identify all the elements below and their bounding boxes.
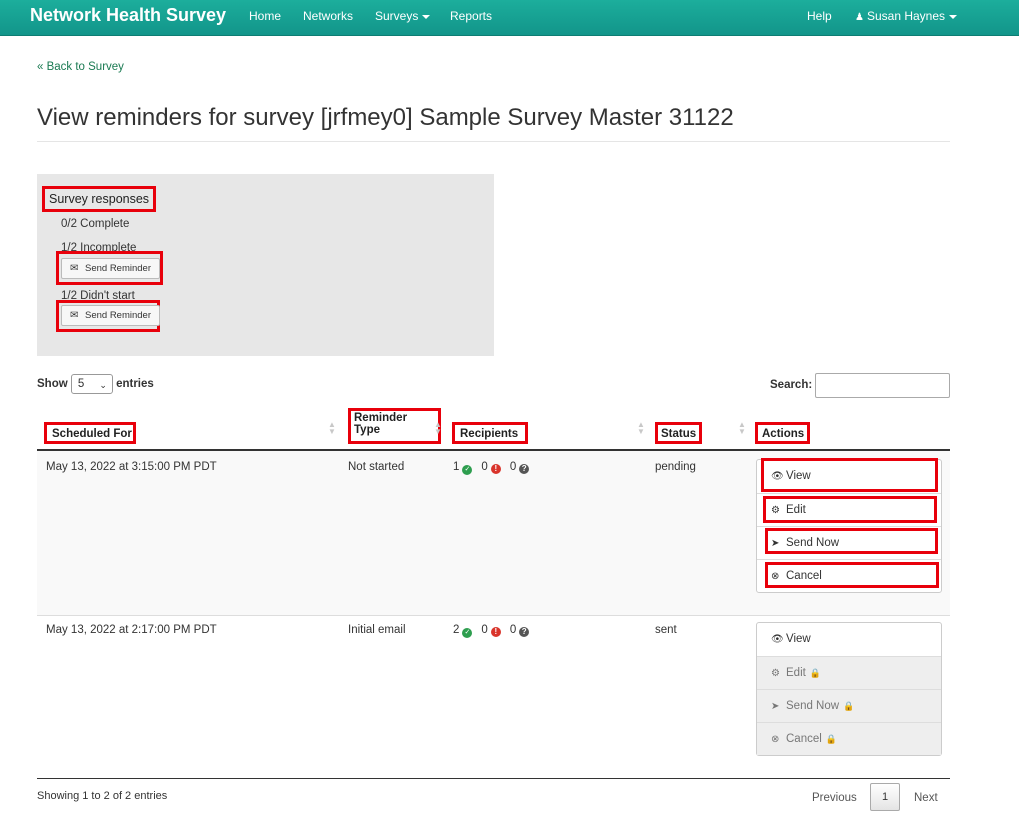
sort-icon[interactable]: ▲ ▼ — [637, 421, 645, 436]
column-header-actions: Actions — [762, 428, 805, 440]
page-title: View reminders for survey [jrfmey0] Samp… — [37, 104, 734, 131]
reminder-type-cell: Initial email — [348, 624, 406, 636]
recipients-success-count: 2 — [453, 624, 460, 636]
error-icon: ! — [490, 627, 501, 637]
scheduled-cell: May 13, 2022 at 2:17:00 PM PDT — [46, 624, 217, 636]
search-label: Search: — [770, 379, 813, 391]
edit-button: ⚙ Edit 🔒 — [757, 656, 941, 689]
page-1-button[interactable]: 1 — [870, 783, 900, 811]
highlight-box — [765, 528, 938, 554]
nav-networks[interactable]: Networks — [303, 9, 353, 23]
entries-select[interactable]: 5 ⌄ — [70, 374, 113, 394]
cancel-button: ⊗ Cancel 🔒 — [757, 722, 941, 755]
previous-page-button[interactable]: Previous — [812, 785, 857, 812]
chevron-down-icon — [949, 14, 958, 19]
table-footer-divider — [37, 778, 950, 779]
reminder-header-line1: Reminder — [354, 412, 408, 424]
check-circle-icon: ✓ — [462, 465, 473, 475]
actions-group: 👁 View ⚙ Edit 🔒 ➤ Send Now 🔒 ⊗ Cancel 🔒 — [756, 622, 942, 756]
envelope-icon: ✉ — [70, 310, 79, 321]
send-reminder-label: Send Reminder — [85, 263, 152, 274]
column-header-scheduled-for[interactable]: Scheduled For — [52, 428, 132, 440]
highlight-box — [761, 458, 938, 492]
user-menu[interactable]: ♟ Susan Haynes — [855, 9, 958, 23]
entries-label: entries — [116, 378, 154, 391]
sort-icon[interactable]: ▲ ▼ — [434, 421, 442, 436]
envelope-icon: ✉ — [70, 263, 79, 274]
divider — [37, 141, 950, 142]
view-label: View — [786, 633, 811, 645]
sort-icon[interactable]: ▲ ▼ — [328, 421, 336, 436]
back-to-survey-link[interactable]: « Back to Survey — [37, 61, 124, 73]
nav-surveys-label: Surveys — [375, 9, 419, 23]
chevron-down-icon — [422, 14, 431, 19]
recipients-unknown-count: 0 — [509, 461, 517, 473]
user-name: Susan Haynes — [866, 9, 946, 23]
complete-count: 0/2 Complete — [61, 218, 130, 230]
status-cell: sent — [655, 624, 677, 636]
recipients-error-count: 0 — [481, 461, 488, 473]
send-reminder-incomplete-button[interactable]: ✉ Send Reminder — [61, 258, 161, 279]
lock-icon: 🔒 — [843, 701, 855, 711]
row-divider — [37, 615, 950, 616]
column-header-status[interactable]: Status — [661, 428, 696, 440]
recipients-error-count: 0 — [481, 624, 488, 636]
status-cell: pending — [655, 461, 696, 473]
search-input[interactable] — [815, 373, 950, 398]
lock-icon: 🔒 — [825, 734, 838, 744]
reminder-header-line2: Type — [354, 424, 380, 436]
question-icon: ? — [519, 464, 530, 474]
top-navbar: Network Health Survey Home Networks Surv… — [0, 0, 1019, 36]
recipients-cell: 1 ✓ 0! 0? — [453, 461, 530, 475]
gear-icon: ⚙ — [771, 668, 780, 679]
recipients-unknown-count: 0 — [509, 624, 517, 636]
scheduled-cell: May 13, 2022 at 3:15:00 PM PDT — [46, 461, 217, 473]
cancel-circle-icon: ⊗ — [771, 734, 780, 745]
column-header-recipients[interactable]: Recipients — [460, 428, 518, 440]
cancel-label: Cancel — [786, 733, 822, 745]
sort-icon[interactable]: ▲ ▼ — [738, 421, 746, 436]
show-label: Show — [37, 378, 68, 391]
highlight-box — [763, 496, 937, 523]
view-button[interactable]: 👁 View — [757, 623, 941, 656]
recipients-success-count: 1 — [453, 461, 460, 473]
entries-select-value: 5 — [77, 378, 85, 390]
edit-label: Edit — [786, 667, 806, 679]
chevron-down-icon: ⌄ — [99, 380, 107, 390]
nav-reports[interactable]: Reports — [450, 9, 492, 23]
table-info: Showing 1 to 2 of 2 entries — [37, 790, 168, 802]
send-now-label: Send Now — [786, 700, 840, 712]
send-reminder-didnt-start-button[interactable]: ✉ Send Reminder — [61, 305, 161, 326]
show-entries-control: Show 5 ⌄ entries — [37, 374, 154, 394]
recipients-cell: 2 ✓ 0! 0? — [453, 624, 530, 638]
user-icon: ♟ — [855, 12, 864, 23]
column-header-reminder-type[interactable]: Reminder Type — [354, 412, 407, 436]
lock-icon: 🔒 — [809, 668, 822, 678]
next-page-button[interactable]: Next — [914, 785, 938, 812]
error-icon: ! — [490, 464, 501, 474]
nav-home[interactable]: Home — [249, 9, 281, 23]
survey-responses-panel: Survey responses 0/2 Complete 1/2 Incomp… — [37, 174, 494, 356]
survey-responses-heading: Survey responses — [41, 186, 157, 212]
nav-help[interactable]: Help — [807, 9, 832, 23]
question-icon: ? — [519, 627, 530, 637]
eye-icon: 👁 — [771, 634, 784, 645]
send-reminder-label: Send Reminder — [85, 310, 152, 321]
brand-title[interactable]: Network Health Survey — [30, 5, 226, 26]
reminder-type-cell: Not started — [348, 461, 405, 473]
send-icon: ➤ — [771, 701, 780, 712]
nav-surveys[interactable]: Surveys — [375, 9, 431, 23]
send-now-button: ➤ Send Now 🔒 — [757, 689, 941, 722]
highlight-box — [765, 562, 939, 588]
check-circle-icon: ✓ — [462, 628, 473, 638]
